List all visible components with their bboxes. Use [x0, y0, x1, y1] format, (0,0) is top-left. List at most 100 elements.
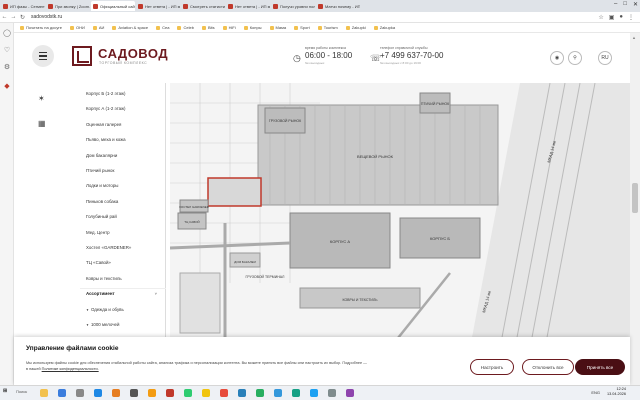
settings-icon[interactable]: ⚙	[3, 64, 11, 72]
scroll-up-icon[interactable]: ▲	[632, 35, 636, 40]
forward-icon[interactable]: →	[9, 14, 18, 20]
cookie-reject-button[interactable]: Отклонить все	[522, 359, 574, 375]
chevron-down-icon[interactable]: ˅	[155, 291, 157, 296]
language-select[interactable]: RU	[598, 51, 612, 65]
app-icon-12[interactable]	[292, 389, 300, 397]
bookmark-folder-icon	[112, 25, 117, 30]
menu-item[interactable]: Хостел «GARDENER»	[86, 245, 131, 250]
browser-tab[interactable]: Матчи почему - ИП ме	[316, 1, 360, 11]
browser-tab[interactable]: Смотреть статистику	[181, 1, 225, 11]
app-icon-13[interactable]	[328, 389, 336, 397]
browser-tab[interactable]: Официальный сайт - ТК	[91, 1, 135, 11]
bookmark-folder-icon	[177, 25, 182, 30]
tray-language[interactable]: ENG	[591, 390, 600, 395]
close-window-icon[interactable]: ✕	[633, 1, 638, 8]
browser-tab[interactable]: Получи уровни поль	[271, 1, 315, 11]
app-icon-14[interactable]	[346, 389, 354, 397]
menu-item[interactable]: Птичий рынок	[86, 168, 114, 173]
menu-item[interactable]: Корпус А (1-2 этаж)	[86, 106, 126, 111]
back-icon[interactable]: ←	[0, 14, 9, 20]
menu-item[interactable]: Оценная галерея	[86, 122, 121, 127]
folder-icon[interactable]	[40, 389, 48, 397]
history-icon[interactable]: ◯	[3, 30, 11, 38]
star-icon[interactable]: ☆	[598, 14, 603, 21]
menu-item[interactable]: Лодки и моторы	[86, 183, 118, 188]
menu-item[interactable]: Пьяво, меха и кожа	[86, 137, 126, 142]
clock-icon: ◷	[293, 53, 301, 63]
browser-tab[interactable]: При звонку | Zoom. Ма	[46, 1, 90, 11]
menu-item[interactable]: Дом бакалярни	[86, 153, 117, 158]
shield-icon[interactable]: ◆	[3, 83, 11, 91]
bookmark-item[interactable]: Sport	[294, 25, 310, 30]
scroll-thumb[interactable]	[632, 183, 638, 213]
bookmark-folder-icon	[373, 25, 378, 30]
bookmark-item[interactable]: Копры	[243, 25, 262, 30]
app-icon-10[interactable]	[256, 389, 264, 397]
heart-icon[interactable]: ♡	[3, 47, 11, 55]
app-icon-9[interactable]	[238, 389, 246, 397]
app-icon-5[interactable]	[130, 389, 138, 397]
menu-item[interactable]: ТЦ «Савой»	[86, 260, 111, 265]
taskbar-search[interactable]: Поиск	[16, 389, 27, 394]
cookie-settings-button[interactable]: Настроить	[470, 359, 514, 375]
windows-start-icon[interactable]: ⊞	[3, 388, 7, 394]
taskbar-clock[interactable]: 12:24 13.04.2026	[607, 387, 626, 397]
menu-item[interactable]: Голубиный рай	[86, 214, 117, 219]
dollar-icon[interactable]: ▦	[38, 119, 46, 128]
bookmark-item[interactable]: Celeb	[177, 25, 194, 30]
bookmark-item[interactable]: Bits	[201, 25, 215, 30]
page-scrollbar[interactable]: ▲	[630, 33, 640, 385]
minimize-icon[interactable]: –	[614, 1, 617, 8]
menu-item[interactable]: Корпус Б (1-2 этаж)	[86, 91, 125, 96]
bookmark-item[interactable]: Мама	[269, 25, 286, 30]
route-icon[interactable]: ✶	[38, 94, 45, 103]
app-icon-4[interactable]	[112, 389, 120, 397]
map-label-carpets: КОВРЫ И ТЕКСТИЛЬ	[342, 298, 378, 302]
app-icon-3[interactable]	[94, 389, 102, 397]
bookmark-item[interactable]: Tourism	[317, 25, 338, 30]
hamburger-menu-button[interactable]	[32, 45, 54, 67]
menu-subitem[interactable]: 1000 мелочей	[86, 322, 119, 327]
profile-icon[interactable]: ●	[619, 14, 623, 21]
site-map[interactable]: ГРУЗОВОЙ РЫНОК ПТИЧИЙ РЫНОК ВЕЩЕВОЙ РЫНО…	[170, 83, 630, 348]
browser-tab[interactable]: Нет ответа | - ИП ме	[226, 1, 270, 11]
cookie-accept-button[interactable]: Принять все	[575, 359, 625, 375]
extensions-icon[interactable]: ▣	[609, 14, 615, 21]
maximize-icon[interactable]: □	[623, 1, 627, 8]
url-field[interactable]: sadovodstk.ru	[31, 14, 62, 20]
menu-subitem[interactable]: Одежда и обувь	[86, 307, 124, 312]
browser-tab[interactable]: ИП фазы - Сегменты	[1, 1, 45, 11]
menu-item[interactable]: Мед. Центр	[86, 230, 110, 235]
app-icon-8[interactable]	[220, 389, 228, 397]
bookmark-item[interactable]: AИ	[92, 25, 104, 30]
app-icon-11[interactable]	[274, 389, 282, 397]
menu-dots-icon[interactable]: ⋮	[628, 14, 634, 21]
site-header: САДОВОД ТОРГОВЫЙ КОМПЛЕКС ◷ время работы…	[14, 33, 630, 83]
logo-icon[interactable]	[72, 46, 92, 66]
menu-item[interactable]: Ковры и текстиль	[86, 276, 122, 281]
bookmark-item[interactable]: ОНИ	[69, 25, 85, 30]
accessibility-button[interactable]: ◉	[550, 51, 564, 65]
app-icon-2[interactable]	[76, 389, 84, 397]
vlc-icon[interactable]	[148, 389, 156, 397]
menu-item[interactable]: Пиньков собака	[86, 199, 118, 204]
bookmark-item[interactable]: Zakupka	[373, 25, 395, 30]
phone-value[interactable]: +7 499 637-70-00	[380, 51, 443, 60]
search-button[interactable]: ⚲	[568, 51, 582, 65]
bookmark-item[interactable]: Сеа	[156, 25, 169, 30]
bookmark-item[interactable]: Zakupki	[345, 25, 366, 30]
reload-icon[interactable]: ↻	[18, 14, 27, 21]
address-bar: ← → ↻ sadovodstk.ru ☆ ▣ ● ⋮	[0, 12, 640, 23]
bookmark-item[interactable]: Почитать на досуге	[20, 25, 62, 30]
bookmark-item[interactable]: HiFi	[222, 25, 236, 30]
browser-tab[interactable]: Нет ответа | - ИП мы	[136, 1, 180, 11]
menu-accordion-assortment[interactable]: Ассортимент	[86, 291, 115, 296]
map-label-hostel: ХОСТЕЛ GARDENER	[179, 205, 210, 209]
app-icon-7[interactable]	[202, 389, 210, 397]
privacy-policy-link[interactable]: Политике конфиденциальности.	[42, 367, 99, 371]
bookmark-item[interactable]: Aviation & space	[112, 25, 148, 30]
app-icon-1[interactable]	[58, 389, 66, 397]
pdf-icon[interactable]	[166, 389, 174, 397]
telegram-icon[interactable]	[310, 389, 318, 397]
app-icon-6[interactable]	[184, 389, 192, 397]
